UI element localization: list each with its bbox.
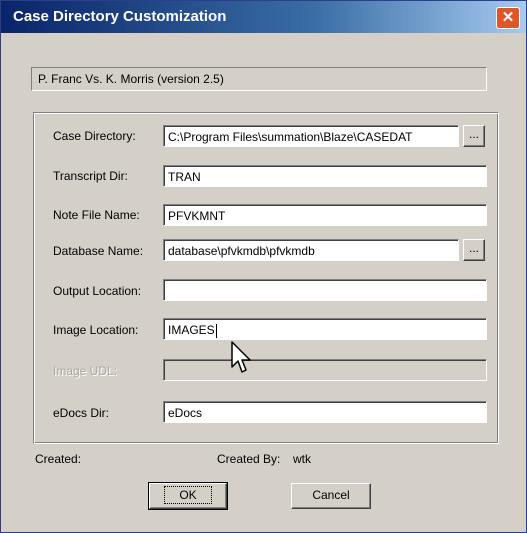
cancel-button[interactable]: Cancel bbox=[291, 483, 371, 509]
image-location-value: IMAGES bbox=[168, 323, 215, 337]
case-name-display: P. Franc Vs. K. Morris (version 2.5) bbox=[31, 67, 487, 91]
case-directory-browse-button[interactable]: ... bbox=[463, 125, 485, 147]
database-name-input[interactable]: database\pfvkmdb\pfvkmdb bbox=[163, 239, 459, 261]
image-location-input[interactable]: IMAGES bbox=[163, 318, 487, 340]
ellipsis-icon: ... bbox=[468, 241, 479, 255]
created-label: Created: bbox=[35, 452, 82, 466]
edocs-dir-input[interactable]: eDocs bbox=[163, 401, 487, 423]
cancel-button-label: Cancel bbox=[312, 488, 350, 502]
database-name-browse-button[interactable]: ... bbox=[463, 239, 485, 261]
case-directory-dialog: Case Directory Customization ✕ P. Franc … bbox=[0, 0, 527, 533]
note-file-name-label: Note File Name: bbox=[53, 208, 140, 222]
title-bar[interactable]: Case Directory Customization ✕ bbox=[1, 1, 526, 33]
mouse-pointer-icon bbox=[231, 341, 251, 373]
window-title: Case Directory Customization bbox=[13, 8, 227, 25]
ok-button-label: OK bbox=[164, 486, 212, 504]
transcript-dir-label: Transcript Dir: bbox=[53, 169, 128, 183]
note-file-name-input[interactable]: PFVKMNT bbox=[163, 204, 487, 226]
settings-group bbox=[33, 112, 499, 444]
database-name-label: Database Name: bbox=[53, 244, 144, 258]
image-udl-label: Image UDL: bbox=[53, 364, 118, 378]
close-icon: ✕ bbox=[501, 9, 515, 26]
text-caret bbox=[215, 323, 217, 338]
output-location-label: Output Location: bbox=[53, 284, 142, 298]
case-directory-input[interactable]: C:\Program Files\summation\Blaze\CASEDAT bbox=[163, 125, 459, 147]
ellipsis-icon: ... bbox=[468, 127, 479, 141]
case-name-text: P. Franc Vs. K. Morris (version 2.5) bbox=[38, 72, 224, 86]
output-location-input[interactable] bbox=[163, 279, 487, 301]
edocs-dir-label: eDocs Dir: bbox=[53, 406, 110, 420]
created-by-label: Created By: bbox=[217, 452, 281, 466]
image-udl-input bbox=[163, 359, 487, 381]
ok-button[interactable]: OK bbox=[148, 482, 228, 510]
image-location-label: Image Location: bbox=[53, 323, 139, 337]
created-by-value: wtk bbox=[293, 452, 311, 466]
close-button[interactable]: ✕ bbox=[496, 7, 520, 29]
transcript-dir-input[interactable]: TRAN bbox=[163, 165, 487, 187]
case-directory-label: Case Directory: bbox=[53, 129, 136, 143]
